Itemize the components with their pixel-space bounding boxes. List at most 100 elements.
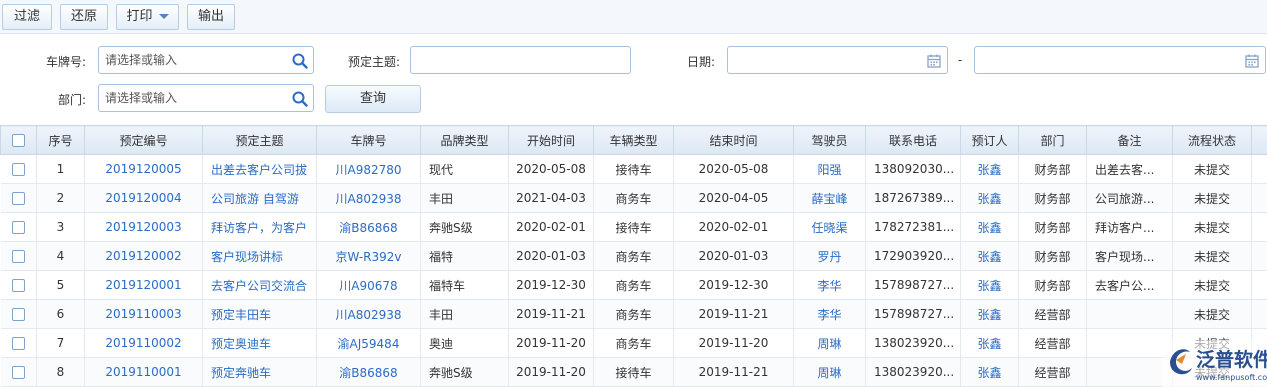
booking-code-link[interactable]: 2019120003 [84, 212, 203, 242]
query-button[interactable]: 查询 [325, 85, 421, 113]
booking-code-link[interactable]: 2019110003 [84, 299, 203, 329]
export-button[interactable]: 输出 [187, 4, 235, 30]
booking-subject-link[interactable]: 去客户公司交流合 [202, 270, 317, 300]
booking-subject-link[interactable]: 预定丰田车 [202, 299, 317, 329]
column-header[interactable]: 流程状态 [1172, 125, 1252, 155]
booker-link[interactable]: 张鑫 [960, 299, 1019, 329]
booking-subject-link[interactable]: 客户现场讲标 [202, 241, 317, 271]
column-header[interactable]: 车牌号 [316, 125, 421, 155]
booking-code-link[interactable]: 2019120002 [84, 241, 203, 271]
driver-link[interactable]: 周琳 [793, 357, 866, 387]
subject-input[interactable] [417, 51, 624, 69]
row-checkbox[interactable] [11, 308, 25, 321]
column-header[interactable]: 联系电话 [865, 125, 961, 155]
booking-subject-link[interactable]: 预定奥迪车 [202, 328, 317, 358]
booking-subject-link[interactable]: 出差去客户公司拔 [202, 154, 317, 184]
filter-button[interactable]: 过滤 [2, 4, 52, 30]
date-to-field[interactable] [974, 46, 1266, 74]
booker-link[interactable]: 张鑫 [960, 241, 1019, 271]
column-header[interactable]: 车辆类型 [593, 125, 674, 155]
booking-code-link[interactable]: 2019110001 [84, 357, 203, 387]
plate-input[interactable] [105, 51, 285, 69]
booking-subject-link[interactable]: 预定奔驰车 [202, 357, 317, 387]
date-from-field[interactable] [727, 46, 948, 74]
date-from-input[interactable] [734, 51, 919, 69]
driver-link[interactable]: 任晓渠 [793, 212, 866, 242]
driver-link[interactable]: 李华 [793, 299, 866, 329]
scrollbar-cell [1251, 270, 1267, 300]
dept-input[interactable] [105, 89, 285, 107]
column-header[interactable]: 预订人 [960, 125, 1019, 155]
table-row[interactable]: 3 2019120003 拜访客户，为客户 渝B86868 奔驰S级 2020-02-01… [0, 212, 1267, 242]
search-icon[interactable] [291, 52, 309, 70]
column-header[interactable]: 开始时间 [508, 125, 594, 155]
search-icon[interactable] [291, 90, 309, 108]
driver-link[interactable]: 罗丹 [793, 241, 866, 271]
plate-link[interactable]: 渝B86868 [316, 212, 421, 242]
brand-type: 奔驰S级 [420, 357, 509, 387]
booker-link[interactable]: 张鑫 [960, 183, 1019, 213]
plate-field[interactable] [98, 46, 314, 74]
plate-link[interactable]: 京W-R392v [316, 241, 421, 271]
booker-link[interactable]: 张鑫 [960, 357, 1019, 387]
booker-link[interactable]: 张鑫 [960, 154, 1019, 184]
plate-link[interactable]: 川A802938 [316, 299, 421, 329]
booking-code-link[interactable]: 2019120001 [84, 270, 203, 300]
driver-link[interactable]: 周琳 [793, 328, 866, 358]
booking-code-link[interactable]: 2019120004 [84, 183, 203, 213]
row-checkbox[interactable] [11, 337, 25, 350]
start-date: 2020-01-03 [508, 241, 594, 271]
calendar-icon[interactable] [925, 52, 943, 70]
row-checkbox[interactable] [11, 366, 25, 379]
vehicle-type: 商务车 [593, 328, 674, 358]
plate-link[interactable]: 渝AJ59484 [316, 328, 421, 358]
column-header[interactable]: 预定主题 [202, 125, 317, 155]
subject-field[interactable] [410, 46, 631, 74]
booking-subject-link[interactable]: 拜访客户，为客户 [202, 212, 317, 242]
end-date: 2020-04-05 [673, 183, 794, 213]
select-all-checkbox[interactable] [12, 134, 25, 147]
date-separator: - [957, 53, 963, 67]
dept-field[interactable] [98, 84, 314, 112]
date-to-input[interactable] [981, 51, 1237, 69]
driver-link[interactable]: 薛宝峰 [793, 183, 866, 213]
table-row[interactable]: 8 2019110001 预定奔驰车 渝B86868 奔驰S级 2019-11-20 接待车… [0, 357, 1267, 387]
column-header[interactable]: 预定编号 [84, 125, 203, 155]
phone-number: 157898727... [865, 299, 961, 329]
booker-link[interactable]: 张鑫 [960, 328, 1019, 358]
column-header[interactable]: 备注 [1086, 125, 1173, 155]
row-checkbox[interactable] [11, 221, 25, 234]
column-header[interactable]: 部门 [1018, 125, 1087, 155]
note [1086, 299, 1173, 329]
plate-link[interactable]: 渝B86868 [316, 357, 421, 387]
restore-button[interactable]: 还原 [60, 4, 108, 30]
row-checkbox[interactable] [11, 192, 25, 205]
plate-link[interactable]: 川A982780 [316, 154, 421, 184]
row-checkbox[interactable] [11, 279, 25, 292]
booking-subject-link[interactable]: 公司旅游 自驾游 [202, 183, 317, 213]
driver-link[interactable]: 阳强 [793, 154, 866, 184]
row-checkbox[interactable] [11, 163, 25, 176]
table-row[interactable]: 4 2019120002 客户现场讲标 京W-R392v 福特 2020-01-03 商务车… [0, 241, 1267, 271]
table-row[interactable]: 1 2019120005 出差去客户公司拔 川A982780 现代 2020-05-08 接… [0, 154, 1267, 184]
column-header[interactable]: 序号 [36, 125, 85, 155]
plate-link[interactable]: 川A802938 [316, 183, 421, 213]
column-header[interactable]: 驾驶员 [793, 125, 866, 155]
table-row[interactable]: 2 2019120004 公司旅游 自驾游 川A802938 丰田 2021-04-03 商… [0, 183, 1267, 213]
column-header[interactable]: 品牌类型 [420, 125, 509, 155]
plate-link[interactable]: 川A90678 [316, 270, 421, 300]
booker-link[interactable]: 张鑫 [960, 270, 1019, 300]
booking-code-link[interactable]: 2019120005 [84, 154, 203, 184]
calendar-icon[interactable] [1243, 52, 1261, 70]
column-header[interactable]: 结束时间 [673, 125, 794, 155]
department: 经营部 [1018, 299, 1087, 329]
driver-link[interactable]: 李华 [793, 270, 866, 300]
table-row[interactable]: 7 2019110002 预定奥迪车 渝AJ59484 奥迪 2019-11-20 商务车 2… [0, 328, 1267, 358]
print-dropdown-button[interactable]: 打印 [116, 4, 179, 30]
row-checkbox[interactable] [11, 250, 25, 263]
flow-status: 未提交 [1172, 183, 1252, 213]
booker-link[interactable]: 张鑫 [960, 212, 1019, 242]
table-row[interactable]: 6 2019110003 预定丰田车 川A802938 丰田 2019-11-21 商务车 2… [0, 299, 1267, 329]
table-row[interactable]: 5 2019120001 去客户公司交流合 川A90678 福特车 2019-12-30 商… [0, 270, 1267, 300]
booking-code-link[interactable]: 2019110002 [84, 328, 203, 358]
